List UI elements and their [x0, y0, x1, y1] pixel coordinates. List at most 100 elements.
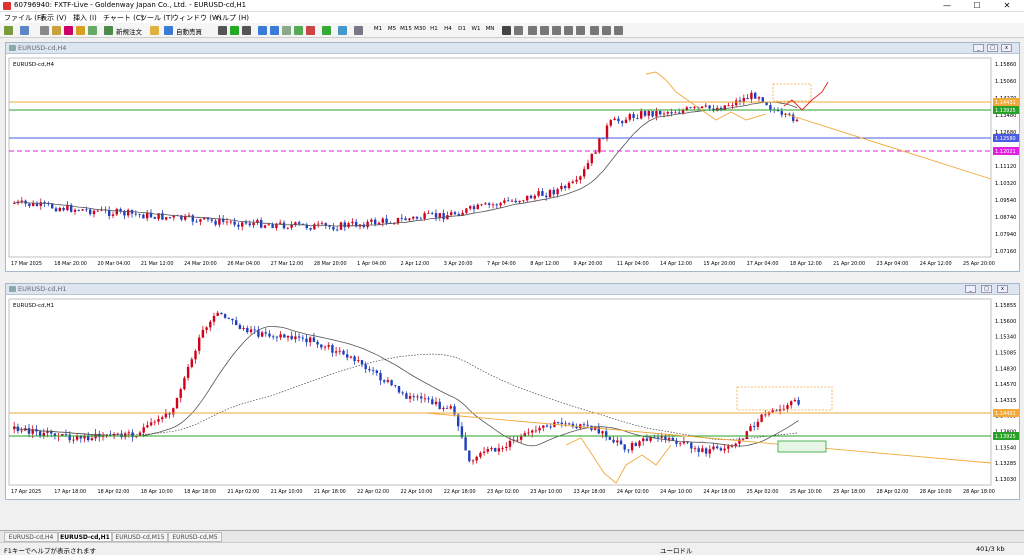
candle-body [264, 332, 267, 334]
time-tick-label: 24 Apr 12:00 [920, 261, 952, 267]
tile-windows-icon[interactable] [282, 26, 291, 35]
maximize-button[interactable]: ☐ [962, 0, 992, 12]
minimize-chart-button[interactable]: _ [965, 285, 976, 293]
candle-body [701, 448, 704, 452]
tab-eurusd-m15[interactable]: EURUSD-cd,M15 [112, 532, 168, 542]
horizontal-line-icon[interactable] [540, 26, 549, 35]
minimize-button[interactable]: — [932, 0, 962, 12]
timeframe-mn[interactable]: MN [484, 26, 496, 32]
trendline-icon[interactable] [552, 26, 561, 35]
close-button[interactable]: ✕ [992, 0, 1022, 12]
candle-body [294, 336, 297, 340]
price-tick-label: 1.08740 [995, 215, 1016, 221]
menu-insert[interactable]: 挿入 (I) [73, 13, 97, 23]
time-tick-label: 8 Apr 12:00 [530, 261, 559, 267]
profiles-icon[interactable] [20, 26, 29, 35]
new-order-button[interactable]: 新規注文 [116, 26, 142, 36]
auto-trading-button[interactable]: 自動売買 [176, 26, 202, 36]
status-help: F1キーでヘルプが表示されます [4, 547, 96, 555]
candle-body [85, 209, 88, 211]
timeframe-d1[interactable]: D1 [456, 26, 468, 32]
price-tick-label: 1.15600 [995, 319, 1016, 325]
candle-body [556, 189, 559, 195]
candlestick-icon[interactable] [230, 26, 239, 35]
menu-file[interactable]: ファイル (F) [4, 13, 44, 23]
metaeditor-icon[interactable] [150, 26, 159, 35]
text-icon[interactable] [590, 26, 599, 35]
timeframe-m5[interactable]: M5 [386, 26, 398, 32]
candle-body [383, 380, 386, 382]
tab-eurusd-h4[interactable]: EURUSD-cd,H4 [4, 532, 58, 542]
close-chart-button[interactable]: x [997, 285, 1008, 293]
chart-window-h4[interactable]: EURUSD-cd,H4 _ □ x EURUSD-cd,H4 1.15860 1.… [5, 42, 1020, 272]
candle-body [505, 446, 508, 449]
zoom-out-icon[interactable] [270, 26, 279, 35]
timeframe-m30[interactable]: M30 [414, 26, 426, 32]
zoom-in-icon[interactable] [258, 26, 267, 35]
menu-view[interactable]: 表示 (V) [40, 13, 66, 23]
timeframe-m1[interactable]: M1 [372, 26, 384, 32]
channel-icon[interactable] [564, 26, 573, 35]
indicators-icon[interactable] [322, 26, 331, 35]
templates-icon[interactable] [354, 26, 363, 35]
navigator-icon[interactable] [64, 26, 73, 35]
line-chart-icon[interactable] [242, 26, 251, 35]
candle-body [364, 364, 367, 370]
timeframe-w1[interactable]: W1 [470, 26, 482, 32]
candle-body [27, 428, 31, 434]
new-order-icon[interactable] [104, 26, 113, 35]
auto-trading-icon[interactable] [164, 26, 173, 35]
candle-body [590, 153, 593, 164]
crosshair-icon[interactable] [514, 26, 523, 35]
candle-body [216, 312, 219, 316]
candle-body [782, 408, 785, 410]
data-window-icon[interactable] [52, 26, 61, 35]
terminal-icon[interactable] [76, 26, 85, 35]
tester-icon[interactable] [88, 26, 97, 35]
chart-window-h1[interactable]: EURUSD-cd,H1 _ □ x EURUSD-cd,H1 1.15855 1.… [5, 283, 1020, 500]
periods-icon[interactable] [338, 26, 347, 35]
timeframe-h4[interactable]: H4 [442, 26, 454, 32]
tab-eurusd-h1[interactable]: EURUSD-cd,H1 [58, 532, 112, 542]
restore-chart-button[interactable]: □ [981, 285, 992, 293]
time-tick-label: 15 Apr 20:00 [703, 261, 735, 267]
candle-body [476, 204, 479, 210]
candle-body [499, 202, 502, 206]
restore-chart-button[interactable]: □ [987, 44, 998, 52]
menu-tools[interactable]: ツール (T) [140, 13, 173, 23]
candle-body [39, 202, 42, 206]
candle-body [667, 437, 671, 440]
candle-body [542, 425, 545, 428]
candlestick-chart-h4[interactable]: EURUSD-cd,H41.158601.150601.142701.13480… [6, 54, 1021, 272]
time-tick-label: 9 Apr 20:00 [574, 261, 603, 267]
candle-body [64, 434, 68, 435]
minimize-chart-button[interactable]: _ [973, 44, 984, 52]
timeframe-h1[interactable]: H1 [428, 26, 440, 32]
tab-eurusd-m5[interactable]: EURUSD-cd,M5 [168, 532, 222, 542]
market-watch-icon[interactable] [40, 26, 49, 35]
new-chart-icon[interactable] [4, 26, 13, 35]
autoscroll-icon[interactable] [294, 26, 303, 35]
bar-chart-icon[interactable] [218, 26, 227, 35]
candle-body [83, 436, 86, 439]
close-chart-button[interactable]: x [1001, 44, 1012, 52]
label-icon[interactable] [602, 26, 611, 35]
candle-body [756, 421, 760, 427]
vertical-line-icon[interactable] [528, 26, 537, 35]
timeframe-m15[interactable]: M15 [400, 26, 412, 32]
candle-body [225, 221, 229, 223]
time-tick-label: 21 Apr 10:00 [271, 489, 303, 495]
candle-body [582, 424, 586, 426]
fibonacci-icon[interactable] [576, 26, 585, 35]
candle-body [749, 426, 752, 432]
arrows-icon[interactable] [614, 26, 623, 35]
time-tick-label: 18 Apr 12:00 [790, 261, 822, 267]
time-tick-label: 18 Apr 02:00 [98, 489, 130, 495]
chart-shift-icon[interactable] [306, 26, 315, 35]
candle-body [586, 424, 589, 426]
menu-help[interactable]: ヘルプ (H) [215, 13, 249, 23]
time-tick-label: 23 Apr 10:00 [530, 489, 562, 495]
candlestick-chart-h1[interactable]: EURUSD-cd,H1 1.15855 1.15600 1.15340 1.15085… [6, 295, 1021, 500]
cursor-icon[interactable] [502, 26, 511, 35]
menu-chart[interactable]: チャート (C) [103, 13, 144, 23]
